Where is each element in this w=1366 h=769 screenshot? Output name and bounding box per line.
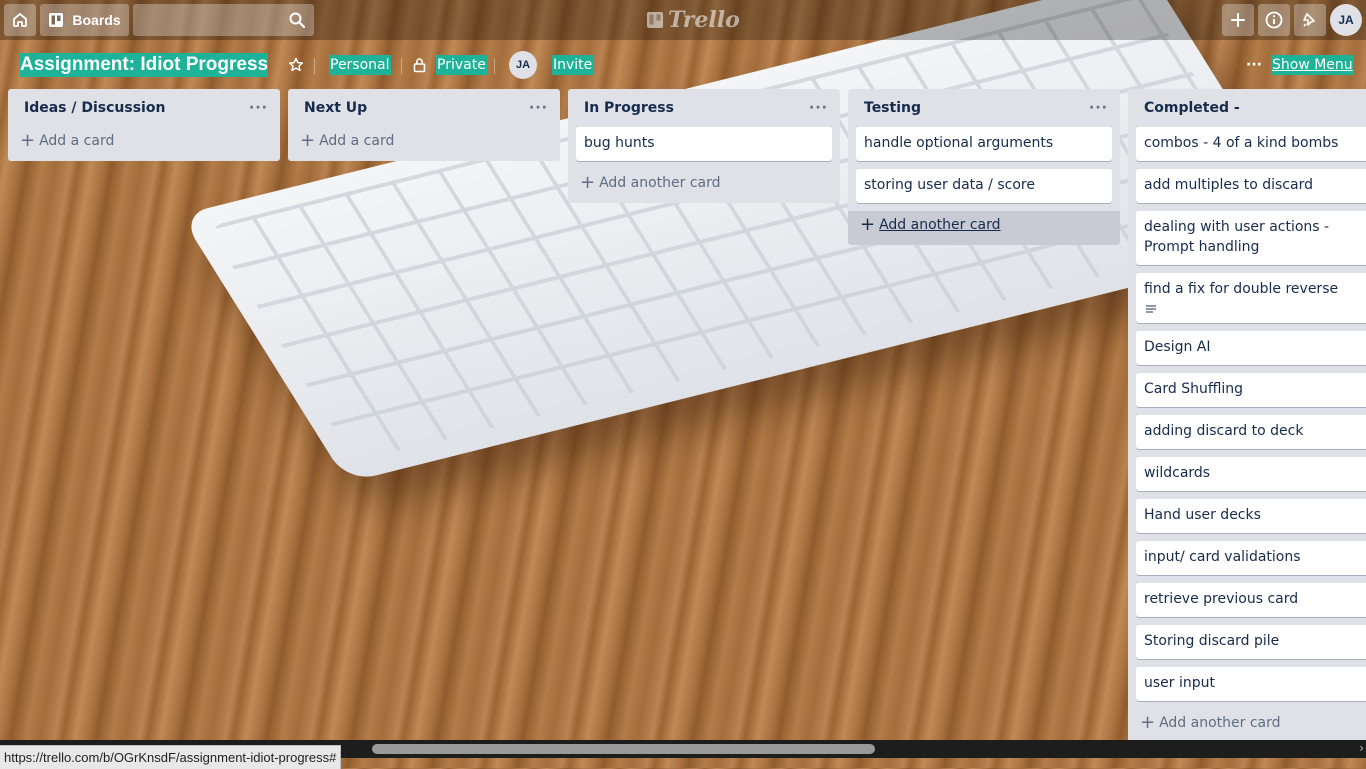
plus-icon: + [580,172,596,193]
scroll-right-arrow-icon[interactable]: › [1359,741,1364,755]
list-title[interactable]: In Progress [584,100,674,116]
visibility-button[interactable]: Private [436,55,487,75]
star-icon[interactable] [288,57,304,73]
list-menu-icon[interactable]: ··· [809,100,828,116]
card[interactable]: handle optional arguments [856,127,1112,161]
status-bar-url: https://trello.com/b/OGrKnsdF/assignment… [0,745,342,769]
lock-icon [413,58,426,73]
description-icon [1146,305,1156,313]
boards-icon [49,13,64,27]
board-member-avatar[interactable]: JA [509,51,537,79]
list-menu-icon[interactable]: ··· [529,100,548,116]
card[interactable]: Card Shuffling [1136,373,1366,407]
list-title[interactable]: Completed - [1144,100,1240,116]
plus-icon: + [20,130,36,151]
user-avatar[interactable]: JA [1330,4,1362,36]
info-icon [1265,11,1283,29]
board-header: Assignment: Idiot Progress Personal Priv… [0,44,1366,86]
list-next-up: Next Up ··· + Add a card [288,89,560,161]
card[interactable]: retrieve previous card [1136,583,1366,617]
card[interactable]: user input [1136,667,1366,701]
add-card-button[interactable]: + Add another card [848,211,1120,245]
more-menu-icon[interactable]: ··· [1246,55,1262,75]
plus-icon [1231,13,1245,27]
scrollbar-thumb[interactable] [372,744,875,754]
add-card-button[interactable]: + Add a card [288,127,560,161]
card[interactable]: find a fix for double reverse [1136,273,1366,323]
notification-icon [1303,13,1315,27]
invite-button[interactable]: Invite [552,55,594,75]
add-card-button[interactable]: + Add another card [568,169,840,203]
card[interactable]: Storing discard pile [1136,625,1366,659]
trello-logo[interactable]: Trello [646,7,740,33]
card[interactable]: dealing with user actions - Prompt handl… [1136,211,1366,265]
plus-icon: + [860,214,876,235]
card[interactable]: add multiples to discard [1136,169,1366,203]
team-button[interactable]: Personal [329,55,391,75]
card-title: find a fix for double reverse [1144,281,1339,297]
trello-logo-text: Trello [668,7,740,33]
card[interactable]: combos - 4 of a kind bombs [1136,127,1366,161]
card[interactable]: wildcards [1136,457,1366,491]
list-title[interactable]: Ideas / Discussion [24,100,165,116]
list-in-progress: In Progress ··· bug hunts + Add another ca… [568,89,840,203]
home-icon [13,13,27,27]
list-ideas-discussion: Ideas / Discussion ··· + Add a card [8,89,280,161]
add-card-button[interactable]: + Add another card [1128,709,1366,743]
card[interactable]: Design AI [1136,331,1366,365]
list-title[interactable]: Next Up [304,100,367,116]
list-menu-icon[interactable]: ··· [1089,100,1108,116]
info-button[interactable] [1258,4,1290,36]
create-button[interactable] [1222,4,1254,36]
top-header: Boards Trello JA [0,0,1366,40]
card[interactable]: storing user data / score [856,169,1112,203]
notifications-button[interactable] [1294,4,1326,36]
list-title[interactable]: Testing [864,100,921,116]
home-button[interactable] [4,4,36,36]
list-testing: Testing ··· handle optional arguments sto… [848,89,1120,245]
list-completed: Completed - combos - 4 of a kind bombs a… [1128,89,1366,743]
plus-icon: + [300,130,316,151]
add-card-button[interactable]: + Add a card [8,127,280,161]
card[interactable]: Hand user decks [1136,499,1366,533]
card[interactable]: adding discard to deck [1136,415,1366,449]
show-menu-button[interactable]: Show Menu [1271,55,1354,75]
boards-label: Boards [72,12,121,28]
list-menu-icon[interactable]: ··· [249,100,268,116]
trello-logo-icon [647,12,663,28]
search-icon [289,12,306,29]
search-input[interactable] [133,4,314,36]
boards-button[interactable]: Boards [40,4,129,36]
card[interactable]: bug hunts [576,127,832,161]
board-title[interactable]: Assignment: Idiot Progress [20,53,269,77]
plus-icon: + [1140,712,1156,733]
card[interactable]: input/ card validations [1136,541,1366,575]
